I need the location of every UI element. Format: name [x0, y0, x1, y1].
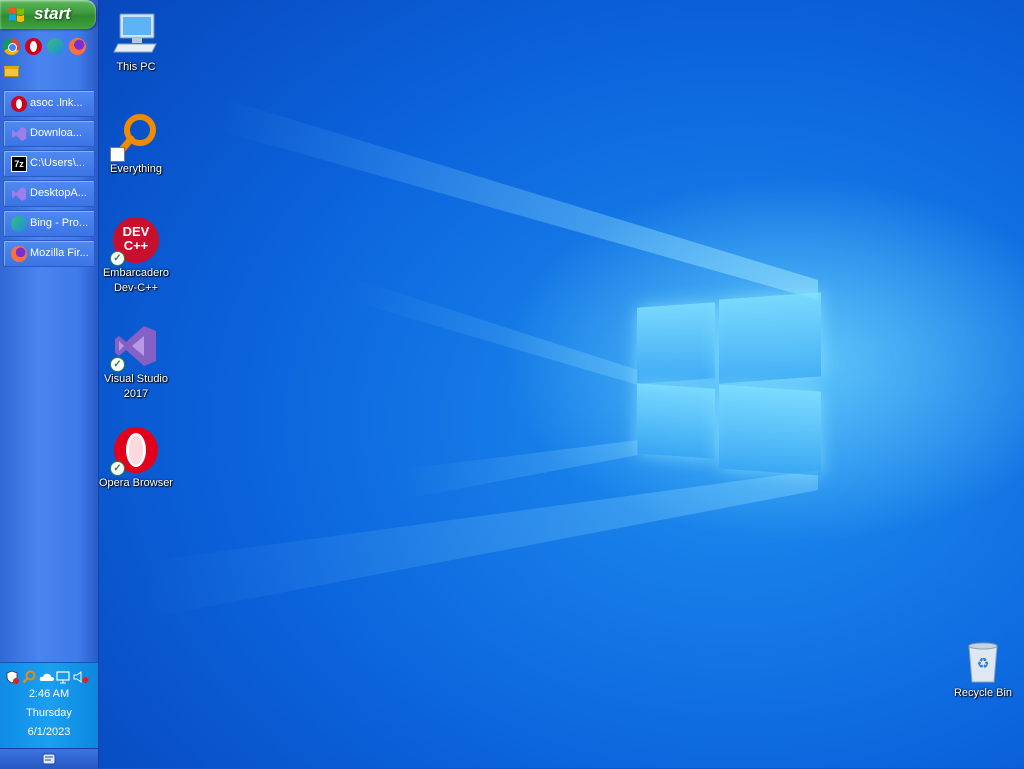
task-button-bing[interactable]: Bing - Pro...	[3, 210, 95, 237]
sync-check-icon: ✓	[110, 357, 125, 372]
desktop-icon-this-pc[interactable]: This PC	[96, 10, 176, 75]
task-button-label: Bing - Pro...	[30, 217, 89, 229]
windows-logo-pane	[637, 302, 715, 384]
visual-studio-icon	[11, 126, 27, 142]
desktop-icon-label: Embarcadero Dev-C++	[102, 267, 170, 294]
network-icon[interactable]	[56, 670, 70, 684]
quick-launch-bar	[3, 38, 86, 55]
desktop-icon-recycle-bin[interactable]: ♻ Recycle Bin	[943, 636, 1023, 701]
task-button-label: DesktopA...	[30, 187, 87, 199]
opera-icon: ✓	[110, 426, 160, 476]
desktop-icon-label: Opera Browser	[99, 477, 173, 489]
onedrive-icon[interactable]	[39, 670, 54, 684]
desktop-icon-everything[interactable]: Everything	[96, 112, 176, 177]
this-pc-icon	[112, 10, 160, 58]
clock-date: 6/1/2023	[27, 726, 71, 738]
windows-logo-pane	[637, 383, 715, 459]
desktop-icon-devcpp[interactable]: DEV C++ ✓ Embarcadero Dev-C++	[96, 216, 176, 296]
desktop-icon-label: Visual Studio 2017	[103, 373, 168, 400]
clock-time[interactable]: 2:46 AM	[0, 688, 98, 700]
security-icon[interactable]	[5, 670, 19, 684]
sync-check-icon: ✓	[110, 461, 125, 476]
task-button-downloads[interactable]: Downloa...	[3, 120, 95, 147]
task-button-label: Downloa...	[30, 127, 82, 139]
desktop-icon-label: Everything	[110, 163, 162, 175]
task-button-7zip[interactable]: 7z C:\Users\...	[3, 150, 95, 177]
devcpp-icon: DEV C++ ✓	[110, 216, 160, 266]
desktop-icon-label: Recycle Bin	[953, 687, 1013, 699]
task-button-label: Mozilla Fir...	[30, 247, 89, 259]
desktop-icon-opera[interactable]: ✓ Opera Browser	[96, 426, 176, 491]
search-icon[interactable]	[22, 670, 36, 684]
windows-logo-pane	[719, 292, 821, 384]
everything-search-icon	[110, 112, 160, 162]
task-button-opera[interactable]: asoc .lnk...	[3, 90, 95, 117]
notification-area: 2:46 AM Thursday 6/1/2023	[0, 662, 98, 749]
desktop[interactable]	[98, 0, 1024, 768]
task-button-label: asoc .lnk...	[30, 97, 83, 109]
opera-icon[interactable]	[25, 38, 42, 55]
file-explorer-icon[interactable]	[4, 66, 19, 77]
visual-studio-icon: ✓	[110, 322, 160, 372]
edge-icon	[11, 216, 27, 232]
task-button-desktop-app[interactable]: DesktopA...	[3, 180, 95, 207]
chrome-icon[interactable]	[3, 38, 20, 55]
opera-icon	[11, 96, 27, 112]
show-desktop-icon	[42, 753, 56, 765]
firefox-icon[interactable]	[69, 38, 86, 55]
start-button[interactable]: start	[0, 0, 96, 29]
firefox-icon	[11, 246, 27, 262]
sync-check-icon: ✓	[110, 251, 125, 266]
clock-day: Thursday	[26, 707, 72, 719]
visual-studio-icon	[11, 186, 27, 202]
windows-logo-pane	[719, 384, 821, 476]
start-label: start	[34, 4, 71, 23]
svg-text:♻: ♻	[977, 656, 990, 672]
desktop-icon-visual-studio[interactable]: ✓ Visual Studio 2017	[96, 322, 176, 402]
task-button-firefox[interactable]: Mozilla Fir...	[3, 240, 95, 267]
taskbar: start asoc .lnk... Downloa... 7z C:\User…	[0, 0, 99, 769]
shortcut-arrow-icon	[110, 147, 125, 162]
windows-flag-icon	[9, 7, 24, 22]
show-desktop-button[interactable]	[0, 748, 98, 769]
volume-muted-icon[interactable]	[73, 670, 89, 684]
wallpaper-light-beams	[138, 100, 818, 620]
desktop-icon-label: This PC	[116, 61, 156, 73]
devcpp-icon-text: DEV C++	[122, 224, 150, 253]
edge-icon[interactable]	[47, 38, 64, 55]
7zip-icon: 7z	[11, 156, 27, 172]
recycle-bin-icon: ♻	[959, 636, 1007, 684]
task-button-label: C:\Users\...	[30, 157, 86, 169]
